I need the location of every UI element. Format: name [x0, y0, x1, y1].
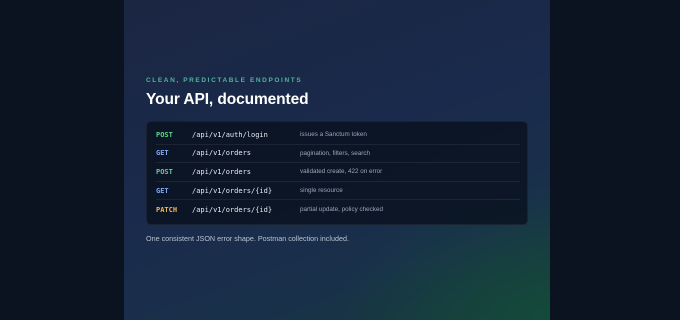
- endpoint-path: /api/v1/orders/{id}: [192, 186, 273, 195]
- endpoint-row: PATCH /api/v1/orders/{id} partial update…: [156, 200, 520, 219]
- endpoint-description: validated create, 422 on error: [300, 168, 383, 176]
- http-method: POST: [156, 167, 173, 176]
- endpoint-row: POST /api/v1/orders validated create, 42…: [156, 163, 520, 182]
- page: CLEAN, PREDICTABLE ENDPOINTS Your API, d…: [0, 0, 680, 320]
- endpoint-description: issues a Sanctum token: [300, 131, 367, 139]
- section-eyebrow: CLEAN, PREDICTABLE ENDPOINTS: [146, 77, 303, 84]
- endpoint-path: /api/v1/orders: [192, 149, 252, 158]
- endpoint-table: POST /api/v1/auth/login issues a Sanctum…: [146, 121, 528, 225]
- http-method: GET: [156, 149, 169, 158]
- content-panel: CLEAN, PREDICTABLE ENDPOINTS Your API, d…: [124, 0, 550, 320]
- http-method: GET: [156, 186, 169, 195]
- endpoint-row: GET /api/v1/orders/{id} single resource: [156, 182, 520, 201]
- endpoint-row: POST /api/v1/auth/login issues a Sanctum…: [156, 126, 520, 145]
- endpoint-row: GET /api/v1/orders pagination, filters, …: [156, 145, 520, 164]
- endpoint-description: partial update, policy checked: [300, 206, 383, 214]
- http-method: PATCH: [156, 205, 178, 214]
- endpoint-path: /api/v1/orders: [192, 167, 252, 176]
- endpoint-path: /api/v1/auth/login: [192, 130, 268, 139]
- endpoint-description: single resource: [300, 187, 343, 195]
- section-title: Your API, documented: [146, 91, 309, 108]
- footer-note: One consistent JSON error shape. Postman…: [146, 234, 349, 243]
- endpoint-path: /api/v1/orders/{id}: [192, 205, 273, 214]
- endpoint-description: pagination, filters, search: [300, 149, 371, 157]
- http-method: POST: [156, 130, 173, 139]
